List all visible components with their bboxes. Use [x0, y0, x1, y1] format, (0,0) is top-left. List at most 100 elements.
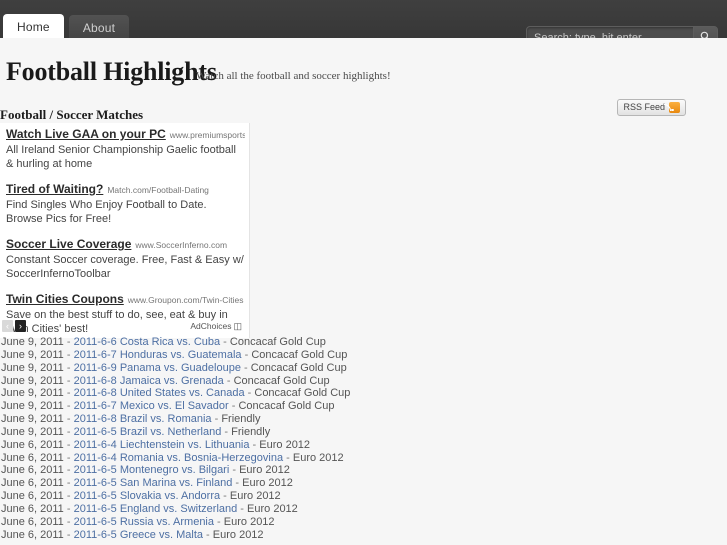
- match-competition: Concacaf Gold Cup: [254, 387, 351, 400]
- separator: -: [63, 502, 74, 515]
- section-heading: Football / Soccer Matches: [0, 107, 144, 122]
- match-link[interactable]: 2011-6-8 United States vs. Canada: [74, 387, 245, 399]
- separator: -: [240, 361, 251, 374]
- separator: -: [63, 336, 74, 348]
- ad-headline-row: Tired of Waiting? Match.com/Football-Dati…: [6, 180, 245, 198]
- match-row: June 9, 2011 - 2011-6-7 Mexico vs. El Sa…: [0, 400, 727, 413]
- separator: -: [221, 425, 232, 438]
- match-date: June 6, 2011: [1, 502, 64, 515]
- match-link[interactable]: 2011-6-6 Costa Rica vs. Cuba: [74, 336, 221, 348]
- match-link[interactable]: 2011-6-5 Russia vs. Armenia: [74, 516, 214, 528]
- match-link[interactable]: 2011-6-5 Montenegro vs. Bilgari: [74, 464, 230, 476]
- ad-display-url: www.Groupon.com/Twin-Cities: [127, 295, 244, 305]
- match-date: June 9, 2011: [1, 425, 64, 438]
- ad-headline-row: Watch Live GAA on your PC www.premiumspor…: [6, 125, 245, 143]
- separator: -: [63, 438, 74, 451]
- ad-title-link[interactable]: Watch Live GAA on your PC: [6, 127, 166, 141]
- ad-description[interactable]: Constant Soccer coverage. Free, Fast & E…: [6, 254, 245, 281]
- separator: -: [63, 374, 74, 387]
- match-link[interactable]: 2011-6-5 Brazil vs. Netherland: [74, 426, 222, 438]
- match-date: June 9, 2011: [1, 413, 64, 426]
- match-link[interactable]: 2011-6-5 Slovakia vs. Andorra: [74, 490, 221, 502]
- ad-title-link[interactable]: Twin Cities Coupons: [6, 292, 124, 306]
- match-link[interactable]: 2011-6-5 Greece vs. Malta: [74, 529, 203, 541]
- separator: -: [63, 413, 74, 426]
- match-link[interactable]: 2011-6-7 Mexico vs. El Savador: [74, 400, 229, 412]
- match-competition: Euro 2012: [259, 438, 311, 451]
- rss-feed-button[interactable]: RSS Feed: [617, 99, 686, 116]
- ad-title-link[interactable]: Soccer Live Coverage: [6, 237, 131, 251]
- match-date: June 9, 2011: [1, 400, 64, 413]
- match-date: June 9, 2011: [1, 387, 64, 400]
- match-link[interactable]: 2011-6-4 Liechtenstein vs. Lithuania: [74, 439, 250, 451]
- site-tagline: Watch all the football and soccer highli…: [196, 70, 391, 82]
- match-link[interactable]: 2011-6-5 England vs. Switzerland: [74, 503, 238, 515]
- separator: -: [228, 400, 239, 413]
- adchoices-link[interactable]: AdChoices ◫: [190, 321, 242, 332]
- match-date: June 6, 2011: [1, 528, 64, 541]
- match-row: June 6, 2011 - 2011-6-5 San Marina vs. F…: [0, 477, 727, 490]
- match-row: June 6, 2011 - 2011-6-4 Romania vs. Bosn…: [0, 452, 727, 465]
- separator: -: [283, 451, 293, 464]
- match-link[interactable]: 2011-6-9 Panama vs. Guadeloupe: [74, 362, 241, 374]
- match-row: June 6, 2011 - 2011-6-5 Greece vs. Malta…: [0, 529, 727, 542]
- tab-home[interactable]: Home: [3, 14, 64, 41]
- separator: -: [63, 528, 74, 541]
- separator: -: [229, 464, 240, 477]
- ad-title-link[interactable]: Tired of Waiting?: [6, 182, 103, 196]
- separator: -: [63, 387, 74, 400]
- page-title: Football Highlights: [6, 57, 217, 86]
- separator: -: [211, 413, 222, 426]
- separator: -: [244, 387, 255, 400]
- match-competition: Concacaf Gold Cup: [238, 400, 335, 413]
- ad-item: Soccer Live Coverage www.SoccerInferno.co…: [0, 235, 249, 281]
- separator: -: [63, 490, 74, 503]
- separator: -: [220, 490, 230, 503]
- separator: -: [63, 400, 74, 413]
- ad-description[interactable]: All Ireland Senior Championship Gaelic f…: [6, 144, 245, 171]
- match-list: June 9, 2011 - 2011-6-6 Costa Rica vs. C…: [0, 336, 727, 542]
- match-row: June 9, 2011 - 2011-6-6 Costa Rica vs. C…: [0, 336, 727, 349]
- separator: -: [237, 502, 248, 515]
- match-link[interactable]: 2011-6-8 Brazil vs. Romania: [74, 413, 212, 425]
- match-link[interactable]: 2011-6-4 Romania vs. Bosnia-Herzegovina: [74, 452, 284, 464]
- match-competition: Friendly: [231, 425, 271, 438]
- match-date: June 6, 2011: [1, 464, 64, 477]
- ad-headline-row: Twin Cities Coupons www.Groupon.com/Twin-…: [6, 290, 245, 308]
- match-date: June 6, 2011: [1, 477, 64, 490]
- ad-headline-row: Soccer Live Coverage www.SoccerInferno.co…: [6, 235, 245, 253]
- match-row: June 6, 2011 - 2011-6-5 Russia vs. Armen…: [0, 516, 727, 529]
- match-row: June 9, 2011 - 2011-6-7 Honduras vs. Gua…: [0, 349, 727, 362]
- match-link[interactable]: 2011-6-7 Honduras vs. Guatemala: [74, 349, 242, 361]
- ad-item: Watch Live GAA on your PC www.premiumspor…: [0, 125, 249, 171]
- ad-next-button[interactable]: ›: [15, 320, 26, 332]
- match-row: June 9, 2011 - 2011-6-9 Panama vs. Guade…: [0, 362, 727, 375]
- match-row: June 9, 2011 - 2011-6-8 Brazil vs. Roman…: [0, 413, 727, 426]
- ad-description[interactable]: Find Singles Who Enjoy Football to Date.…: [6, 199, 245, 226]
- match-competition: Euro 2012: [212, 528, 264, 541]
- separator: -: [63, 348, 74, 361]
- separator: -: [241, 348, 252, 361]
- separator: -: [63, 477, 74, 490]
- ad-pagination: ‹ ›: [2, 320, 26, 332]
- ad-prev-button[interactable]: ‹: [2, 320, 13, 332]
- match-link[interactable]: 2011-6-5 San Marina vs. Finland: [74, 477, 233, 489]
- rss-icon: [669, 102, 680, 113]
- match-row: June 6, 2011 - 2011-6-5 Slovakia vs. And…: [0, 490, 727, 503]
- match-competition: Concacaf Gold Cup: [229, 336, 326, 348]
- separator: -: [63, 451, 74, 464]
- match-competition: Concacaf Gold Cup: [251, 348, 348, 361]
- match-date: June 6, 2011: [1, 490, 64, 503]
- match-date: June 6, 2011: [1, 451, 64, 464]
- match-row: June 9, 2011 - 2011-6-5 Brazil vs. Nethe…: [0, 426, 727, 439]
- adchoices-triangle-icon: ◫: [233, 321, 242, 331]
- match-competition: Friendly: [221, 413, 261, 426]
- match-competition: Euro 2012: [223, 515, 275, 528]
- match-competition: Euro 2012: [292, 451, 344, 464]
- ad-display-url: www.SoccerInferno.com: [135, 240, 228, 250]
- ad-footer: ‹ › AdChoices ◫: [0, 320, 250, 334]
- match-link[interactable]: 2011-6-8 Jamaica vs. Grenada: [74, 375, 224, 387]
- match-row: June 9, 2011 - 2011-6-8 United States vs…: [0, 387, 727, 400]
- rss-feed-label: RSS Feed: [623, 102, 665, 112]
- match-date: June 9, 2011: [1, 348, 64, 361]
